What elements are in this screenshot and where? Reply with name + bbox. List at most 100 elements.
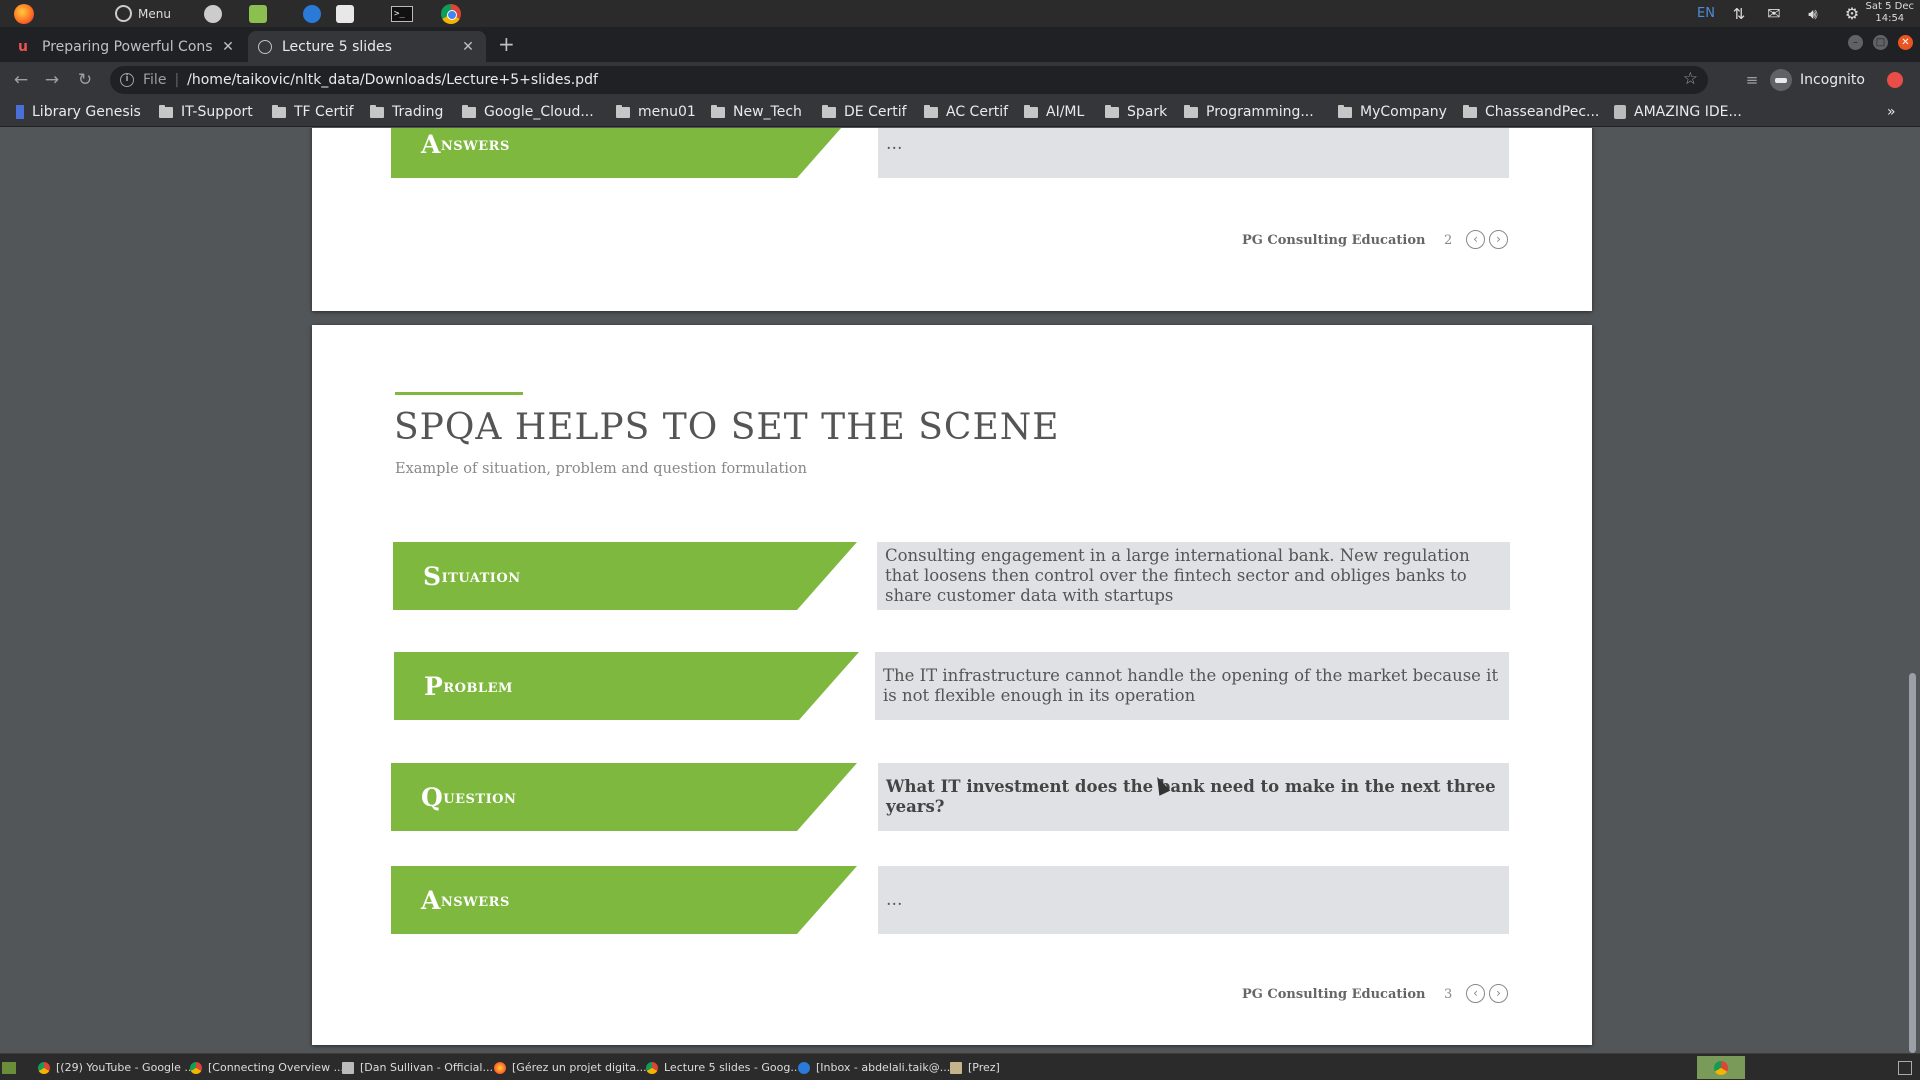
close-tab-icon[interactable]: ✕: [220, 39, 236, 55]
answers-row: A NSWERS …: [391, 128, 1524, 178]
label-rest: NSWERS: [440, 889, 510, 911]
firefox-icon[interactable]: [12, 3, 36, 24]
taskbar-item-dan-sullivan[interactable]: [Dan Sullivan - Official...: [342, 1058, 493, 1077]
library-genesis-icon: [16, 105, 24, 119]
minimize-window-icon[interactable]: –: [1848, 35, 1863, 50]
folder-icon: [462, 104, 476, 118]
tab-preparing-powerful[interactable]: u Preparing Powerful Cons ✕: [8, 31, 246, 62]
folder-icon: [159, 104, 173, 118]
bookmark-google-cloud[interactable]: Google_Cloud...: [462, 102, 594, 122]
settings-gear-icon[interactable]: ⚙: [1842, 3, 1862, 24]
bookmark-label: TF Certif: [294, 104, 354, 120]
bookmark-menu01[interactable]: menu01: [616, 102, 696, 122]
taskbar-label: [(29) YouTube - Google ...: [56, 1061, 195, 1074]
next-slide-icon[interactable]: ›: [1489, 984, 1508, 1003]
back-arrow-icon[interactable]: ←: [10, 69, 32, 91]
answers-row: A NSWERS …: [391, 866, 1528, 934]
bookmark-it-support[interactable]: IT-Support: [159, 102, 253, 122]
slide-title: SPQA HELPS TO SET THE SCENE: [394, 407, 1060, 448]
thunderbird-icon[interactable]: [301, 3, 323, 24]
question-label: Q UESTION: [391, 763, 857, 831]
incognito-label: Incognito: [1800, 72, 1865, 88]
more-bookmarks-chevron-icon[interactable]: »: [1887, 102, 1896, 122]
files-icon[interactable]: [247, 3, 269, 24]
page-footer: PG Consulting Education: [1242, 987, 1426, 1002]
menu-icon: [115, 5, 132, 22]
bookmark-spark[interactable]: Spark: [1105, 102, 1167, 122]
bookmark-label: Programming...: [1206, 104, 1314, 120]
terminal-icon[interactable]: >_: [390, 3, 414, 24]
problem-label: P ROBLEM: [394, 652, 859, 720]
bookmark-chasseandpec[interactable]: ChasseandPec...: [1463, 102, 1599, 122]
bookmark-label: DE Certif: [844, 104, 907, 120]
bookmark-de-certif[interactable]: DE Certif: [822, 102, 907, 122]
close-tab-icon[interactable]: ✕: [460, 39, 476, 55]
workspace-switcher-icon[interactable]: [1898, 1058, 1916, 1077]
folder-icon: [370, 104, 384, 118]
tab-lecture-5-slides[interactable]: Lecture 5 slides ✕: [248, 31, 486, 62]
reload-icon[interactable]: ↻: [74, 69, 96, 91]
bookmark-tf-certif[interactable]: TF Certif: [272, 102, 354, 122]
address-bar[interactable]: i File | /home/taikovic/nltk_data/Downlo…: [110, 66, 1708, 94]
volume-icon[interactable]: 🔊︎: [1802, 3, 1824, 24]
bookmark-label: Trading: [392, 104, 444, 120]
situation-row: S ITUATION Consulting engagement in a lar…: [393, 542, 1530, 610]
previous-slide-icon[interactable]: ‹: [1466, 984, 1485, 1003]
answers-label: A NSWERS: [391, 866, 857, 934]
pdf-viewer[interactable]: A NSWERS … PG Consulting Education 2 ‹ › …: [0, 128, 1920, 1062]
network-icon[interactable]: ⇅: [1730, 3, 1748, 24]
bookmark-mycompany[interactable]: MyCompany: [1338, 102, 1447, 122]
maximize-window-icon[interactable]: □: [1873, 35, 1888, 50]
document-icon: [342, 1061, 354, 1074]
bookmark-label: Google_Cloud...: [484, 104, 594, 120]
taskbar-item-gerez-projet[interactable]: [Gérez un projet digita...: [494, 1058, 647, 1077]
software-icon[interactable]: [334, 3, 356, 24]
mail-icon[interactable]: ✉: [1764, 3, 1784, 24]
bookmark-library-genesis[interactable]: Library Genesis: [16, 102, 141, 122]
bookmark-label: New_Tech: [733, 104, 802, 120]
new-tab-button[interactable]: +: [498, 32, 515, 56]
bookmark-label: IT-Support: [181, 104, 253, 120]
taskbar-item-prez[interactable]: [Prez]: [950, 1058, 1000, 1077]
taskbar-label: [Connecting Overview ...: [208, 1061, 345, 1074]
taskbar-label: [Dan Sullivan - Official...: [360, 1061, 493, 1074]
media-controls-icon[interactable]: ≡: [1741, 69, 1763, 91]
taskbar-item-inbox[interactable]: [Inbox - abdelali.taik@...: [798, 1058, 950, 1077]
menu-label: Menu: [138, 6, 171, 21]
title-accent-line: [395, 392, 523, 395]
vertical-scrollbar[interactable]: [1905, 128, 1920, 1062]
taskbar-chrome-icon[interactable]: [1697, 1056, 1745, 1079]
globe-icon[interactable]: [202, 3, 224, 24]
keyboard-language[interactable]: EN: [1697, 3, 1715, 24]
next-slide-icon[interactable]: ›: [1489, 230, 1508, 249]
bookmark-label: AC Certif: [946, 104, 1009, 120]
url-scheme-label: File: [143, 72, 167, 88]
bookmark-amazing-ide[interactable]: AMAZING IDE...: [1614, 102, 1742, 122]
info-icon[interactable]: i: [120, 73, 134, 87]
taskbar-item-connecting-overview[interactable]: [Connecting Overview ...: [190, 1058, 344, 1077]
chrome-icon: [190, 1061, 202, 1074]
bookmark-new-tech[interactable]: New_Tech: [711, 102, 802, 122]
previous-slide-icon[interactable]: ‹: [1466, 230, 1485, 249]
close-window-icon[interactable]: ✕: [1898, 35, 1913, 50]
show-desktop-icon[interactable]: [2, 1058, 20, 1077]
menu-button[interactable]: Menu: [115, 3, 171, 24]
bookmark-trading[interactable]: Trading: [370, 102, 443, 122]
bookmark-programming[interactable]: Programming...: [1184, 102, 1314, 122]
incognito-indicator[interactable]: Incognito: [1770, 67, 1865, 93]
forward-arrow-icon[interactable]: →: [41, 69, 63, 91]
folder-icon: [822, 104, 836, 118]
extension-icon[interactable]: [1887, 72, 1903, 88]
clock[interactable]: Sat 5 Dec 14:54: [1866, 1, 1914, 25]
taskbar-item-youtube[interactable]: [(29) YouTube - Google ...: [38, 1058, 195, 1077]
bookmark-label: Spark: [1127, 104, 1168, 120]
tab-title: Lecture 5 slides: [282, 38, 392, 55]
bookmark-ai-ml[interactable]: AI/ML: [1024, 102, 1084, 122]
taskbar-item-lecture-5-slides[interactable]: Lecture 5 slides - Goog...: [646, 1058, 801, 1077]
scrollbar-thumb[interactable]: [1909, 673, 1916, 1053]
label-initial: Q: [421, 782, 444, 812]
bookmark-star-icon[interactable]: ☆: [1683, 69, 1698, 89]
chrome-launcher-icon[interactable]: [439, 3, 463, 24]
bookmark-ac-certif[interactable]: AC Certif: [924, 102, 1008, 122]
chrome-icon: [646, 1061, 658, 1074]
